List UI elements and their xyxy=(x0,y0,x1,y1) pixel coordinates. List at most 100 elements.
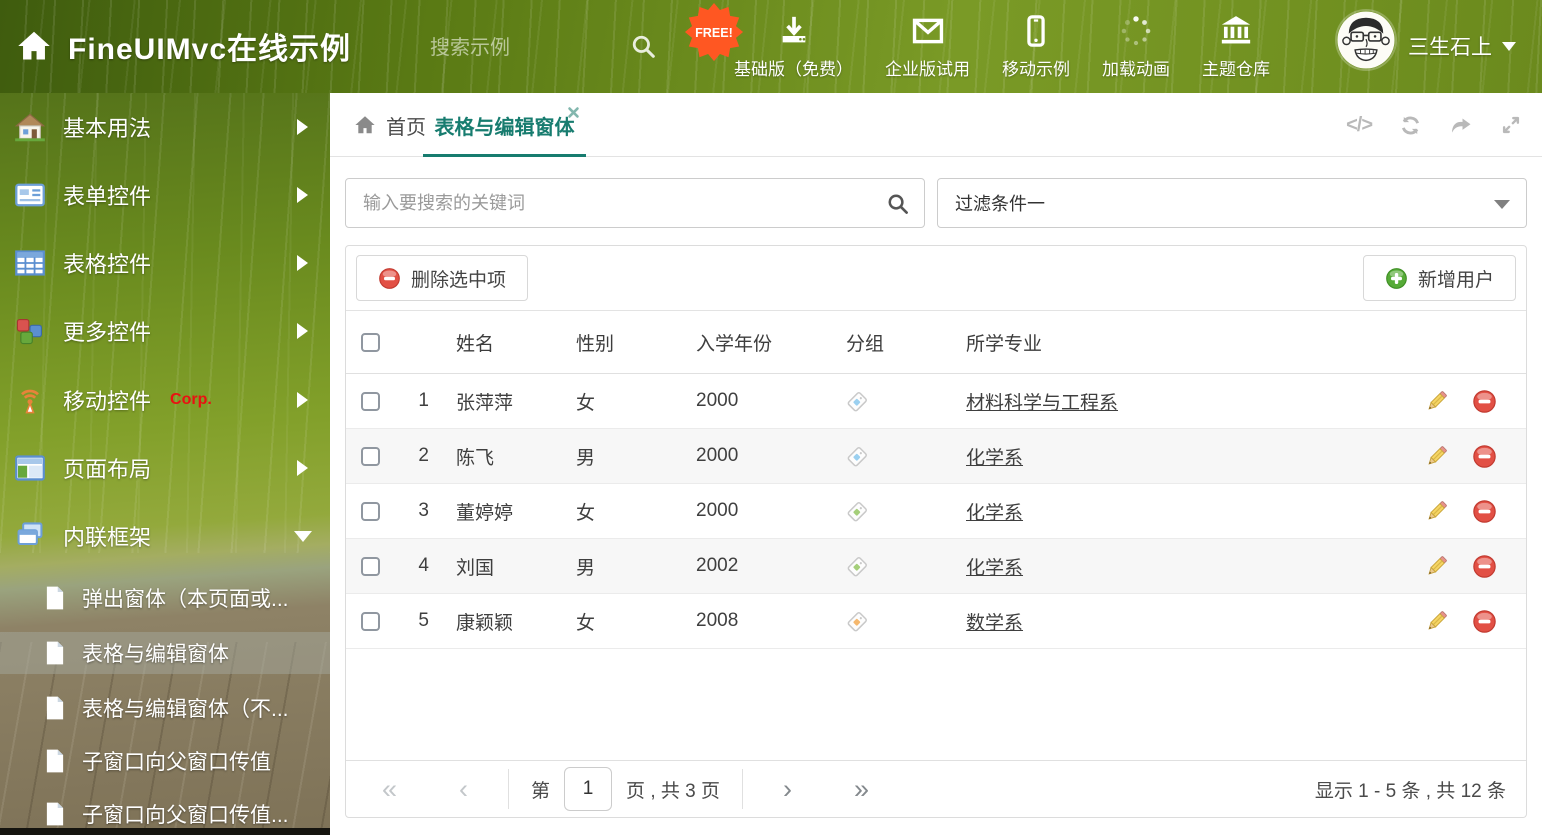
filter-dropdown-value: 过滤条件一 xyxy=(955,194,1045,214)
sidebar-item-grid-controls[interactable]: 表格控件 xyxy=(0,229,330,297)
sidebar-subitem-popup-window[interactable]: 弹出窗体（本页面或... xyxy=(0,577,330,619)
brand[interactable]: FineUIMvc在线示例 xyxy=(16,24,351,68)
delete-row-icon[interactable] xyxy=(1472,554,1497,579)
tag-icon xyxy=(846,499,870,523)
row-checkbox[interactable] xyxy=(361,501,380,521)
col-gender[interactable]: 性别 xyxy=(561,329,681,356)
edit-pencil-icon[interactable] xyxy=(1424,609,1449,634)
delete-selected-button[interactable]: 删除选中项 xyxy=(356,255,529,301)
keyword-search-input[interactable] xyxy=(346,179,924,227)
sidebar-item-page-layout[interactable]: 页面布局 xyxy=(0,434,330,502)
app-title: FineUIMvc在线示例 xyxy=(68,33,352,66)
mobile-icon xyxy=(1019,14,1053,48)
next-page-button[interactable]: › xyxy=(783,775,792,803)
delete-row-icon[interactable] xyxy=(1472,609,1497,634)
keyword-search-box xyxy=(345,178,925,228)
nav-item-mobile-demo[interactable]: 移动示例 xyxy=(986,10,1086,85)
page-number-input[interactable] xyxy=(564,767,613,811)
delete-row-icon[interactable] xyxy=(1472,389,1497,414)
col-name[interactable]: 姓名 xyxy=(441,329,561,356)
cell-gender: 女 xyxy=(576,392,596,414)
filter-dropdown[interactable]: 过滤条件一 xyxy=(937,178,1527,228)
top-header: FineUIMvc在线示例 搜索示例 FREE! 基础版（免费） 企业版试用 移… xyxy=(0,0,1542,93)
pagination-bar: « ‹ 第 页 , 共 3 页 › » 显示 1 - 5 条 , 共 12 条 xyxy=(346,760,1526,817)
table-row: 3 董婷婷 女 2000 化学系 xyxy=(346,484,1526,539)
col-group[interactable]: 分组 xyxy=(831,329,951,356)
add-user-button[interactable]: 新增用户 xyxy=(1362,255,1516,301)
user-menu[interactable]: 三生石上 xyxy=(1408,31,1516,61)
share-icon[interactable] xyxy=(1449,113,1473,137)
major-link[interactable]: 化学系 xyxy=(966,443,1023,470)
spinner-icon xyxy=(1119,14,1153,48)
sidebar-item-more-controls[interactable]: 更多控件 xyxy=(0,297,330,365)
filter-row: 过滤条件一 xyxy=(345,178,1527,228)
cell-gender: 女 xyxy=(576,502,596,524)
row-number: 3 xyxy=(418,500,429,521)
source-code-icon[interactable]: </> xyxy=(1346,114,1373,137)
table-empty-space xyxy=(346,649,1526,760)
last-page-button[interactable]: » xyxy=(854,775,869,803)
bank-icon xyxy=(1219,14,1253,48)
close-icon[interactable] xyxy=(567,106,580,119)
delete-row-icon[interactable] xyxy=(1472,499,1497,524)
signal-icon xyxy=(14,384,46,416)
cubes-icon xyxy=(14,315,46,347)
free-badge-label: FREE! xyxy=(695,26,733,40)
select-all-checkbox[interactable] xyxy=(361,332,380,352)
sidebar-subitem-grid-edit-window[interactable]: 表格与编辑窗体 xyxy=(0,632,330,674)
sidebar-subitem-child-to-parent[interactable]: 子窗口向父窗口传值 xyxy=(0,740,330,782)
minus-circle-icon xyxy=(378,267,401,290)
sidebar-item-mobile-controls[interactable]: 移动控件 Corp. xyxy=(0,366,330,434)
tab-home[interactable]: 首页 xyxy=(354,93,426,157)
chevron-right-icon xyxy=(297,460,308,476)
refresh-icon[interactable] xyxy=(1399,114,1422,137)
edit-pencil-icon[interactable] xyxy=(1424,554,1449,579)
avatar[interactable] xyxy=(1337,11,1395,69)
nav-item-enterprise-trial[interactable]: 企业版试用 xyxy=(869,10,986,85)
edit-pencil-icon[interactable] xyxy=(1424,499,1449,524)
table-header: 姓名 性别 入学年份 分组 所学专业 xyxy=(346,311,1526,374)
row-checkbox[interactable] xyxy=(361,391,380,411)
cell-year: 2000 xyxy=(696,390,739,411)
grid-panel: 删除选中项 新增用户 姓名 性别 入学年份 分组 所学专业 1 张萍萍 女 20… xyxy=(345,245,1527,818)
major-link[interactable]: 材料科学与工程系 xyxy=(966,388,1118,415)
corp-badge: Corp. xyxy=(170,391,212,408)
sidebar-item-iframe[interactable]: 内联框架 xyxy=(0,502,330,570)
search-icon[interactable] xyxy=(630,33,656,59)
prev-page-button[interactable]: ‹ xyxy=(459,775,468,803)
table-row: 1 张萍萍 女 2000 材料科学与工程系 xyxy=(346,374,1526,429)
sidebar-subitem-grid-edit-window-2[interactable]: 表格与编辑窗体（不... xyxy=(0,687,330,729)
row-number: 5 xyxy=(418,610,429,631)
sidebar-item-basic-usage[interactable]: 基本用法 xyxy=(0,93,330,161)
first-page-button[interactable]: « xyxy=(382,775,397,803)
row-checkbox[interactable] xyxy=(361,611,380,631)
cell-name: 陈飞 xyxy=(456,447,495,469)
nav-item-theme-repo[interactable]: 主题仓库 xyxy=(1186,10,1286,85)
col-year[interactable]: 入学年份 xyxy=(681,329,831,356)
edit-pencil-icon[interactable] xyxy=(1424,444,1449,469)
row-checkbox[interactable] xyxy=(361,446,380,466)
major-link[interactable]: 化学系 xyxy=(966,498,1023,525)
divider xyxy=(742,769,744,809)
sidebar-item-form-controls[interactable]: 表单控件 xyxy=(0,161,330,229)
layout-icon xyxy=(14,452,46,484)
file-icon xyxy=(42,748,68,774)
major-link[interactable]: 数学系 xyxy=(966,608,1023,635)
major-link[interactable]: 化学系 xyxy=(966,553,1023,580)
frames-icon xyxy=(14,520,46,552)
col-major[interactable]: 所学专业 xyxy=(951,329,1406,356)
nav-item-loading-animation[interactable]: 加载动画 xyxy=(1086,10,1186,85)
delete-row-icon[interactable] xyxy=(1472,444,1497,469)
file-icon xyxy=(42,695,68,721)
header-search[interactable]: 搜索示例 xyxy=(430,31,656,60)
app-window: FineUIMvc在线示例 搜索示例 FREE! 基础版（免费） 企业版试用 移… xyxy=(0,0,1542,835)
row-checkbox[interactable] xyxy=(361,556,380,576)
tab-grid-edit-window[interactable]: 表格与编辑窗体 xyxy=(423,93,586,157)
cell-gender: 男 xyxy=(576,557,596,579)
cell-name: 董婷婷 xyxy=(456,502,514,524)
expand-icon[interactable] xyxy=(1500,114,1522,136)
table-row: 5 康颖颖 女 2008 数学系 xyxy=(346,594,1526,649)
table-row: 2 陈飞 男 2000 化学系 xyxy=(346,429,1526,484)
edit-pencil-icon[interactable] xyxy=(1424,389,1449,414)
search-icon[interactable] xyxy=(886,192,909,215)
